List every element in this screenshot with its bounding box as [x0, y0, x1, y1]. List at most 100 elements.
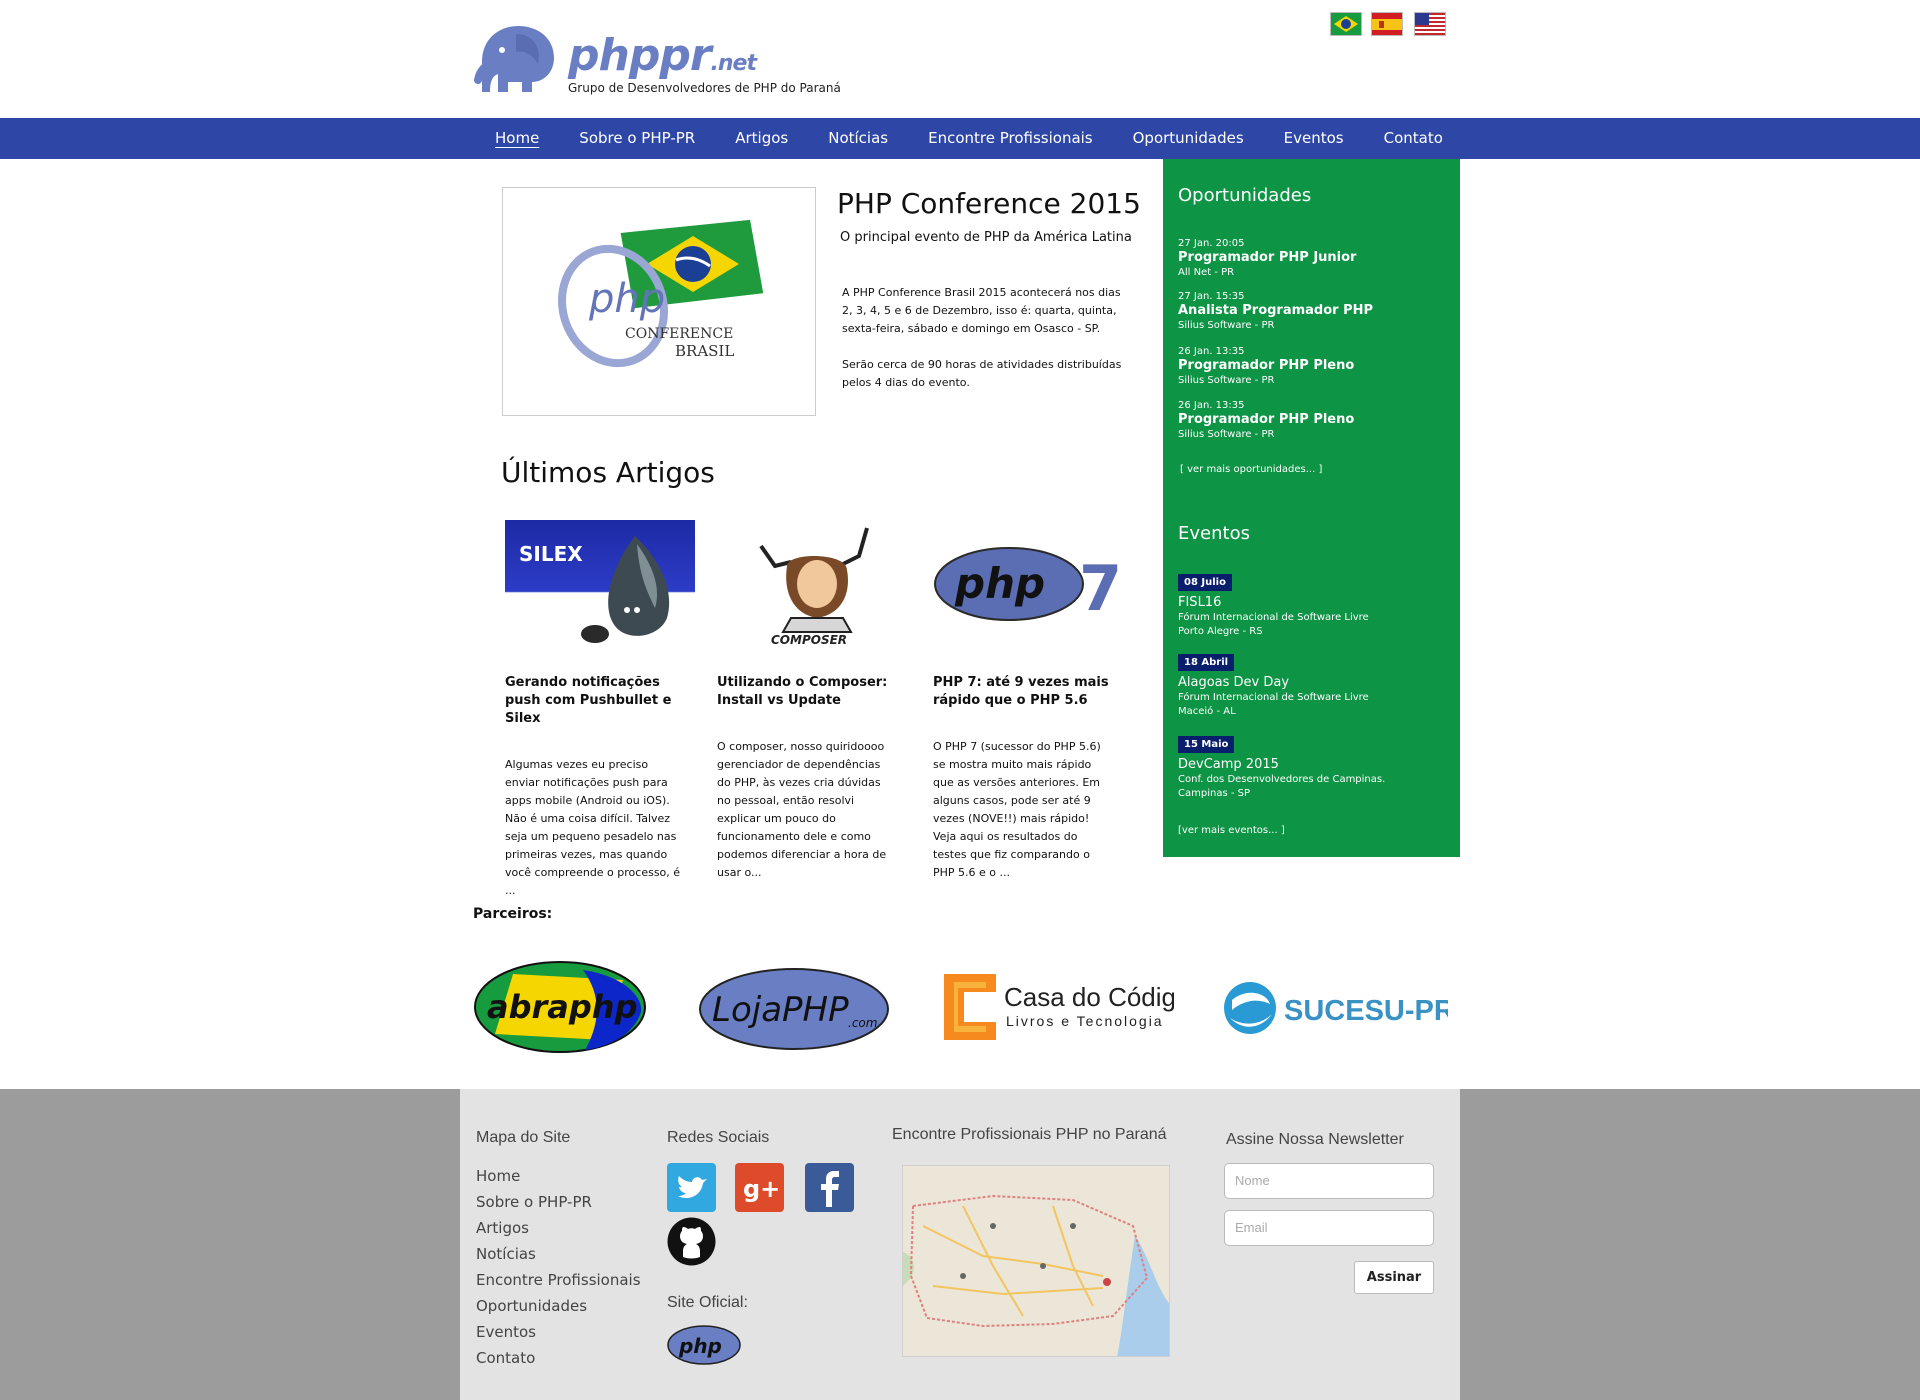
- svg-text:php: php: [588, 276, 665, 322]
- event-title[interactable]: FISL16: [1178, 595, 1448, 611]
- google-plus-icon[interactable]: g+: [735, 1163, 784, 1212]
- article-thumbnail[interactable]: COMPOSER: [717, 520, 907, 650]
- nav-item-encontre-profissionais[interactable]: Encontre Profissionais: [928, 118, 1093, 159]
- partner-abraphp-logo[interactable]: abraphp: [473, 960, 647, 1058]
- article-title[interactable]: Gerando notificações push com Pushbullet…: [505, 674, 685, 728]
- newsletter-name-input[interactable]: Nome: [1224, 1163, 1434, 1199]
- svg-text:7: 7: [1079, 552, 1122, 625]
- partners-heading: Parceiros:: [473, 906, 553, 922]
- svg-text:abraphp: abraphp: [487, 988, 637, 1026]
- event-item[interactable]: 08 Julio FISL16 Fórum Internacional de S…: [1178, 570, 1448, 639]
- event-location: Maceió - AL: [1178, 706, 1236, 717]
- php-conference-logo: php CONFERENCE BRASIL: [557, 219, 764, 368]
- opportunity-company: Silius Software - PR: [1178, 320, 1275, 331]
- sitemap-link-eventos[interactable]: Eventos: [476, 1319, 641, 1345]
- partner-lojaphp-logo[interactable]: LojaPHP .com: [698, 967, 890, 1055]
- sitemap-link-home[interactable]: Home: [476, 1163, 641, 1189]
- more-opportunities-link[interactable]: [ ver mais oportunidades... ]: [1180, 464, 1322, 475]
- featured-paragraph: Serão cerca de 90 horas de atividades di…: [842, 358, 1122, 389]
- event-description: Fórum Internacional de Software Livre: [1178, 612, 1369, 623]
- opportunity-title[interactable]: Programador PHP Pleno: [1178, 358, 1448, 374]
- parana-map[interactable]: [902, 1165, 1170, 1357]
- sitemap-link-oportunidades[interactable]: Oportunidades: [476, 1293, 641, 1319]
- opportunity-item[interactable]: 26 Jan. 13:35 Programador PHP Pleno Sili…: [1178, 400, 1448, 441]
- brazil-flag[interactable]: [1330, 12, 1362, 36]
- opportunity-company: Silius Software - PR: [1178, 375, 1275, 386]
- opportunity-title[interactable]: Programador PHP Pleno: [1178, 412, 1448, 428]
- article-card: COMPOSER Utilizando o Composer: Install …: [717, 520, 912, 882]
- nav-item-oportunidades[interactable]: Oportunidades: [1133, 118, 1244, 159]
- featured-image[interactable]: php CONFERENCE BRASIL: [502, 187, 816, 416]
- article-title[interactable]: PHP 7: até 9 vezes mais rápido que o PHP…: [933, 674, 1113, 710]
- silex-label: SILEX: [519, 542, 583, 566]
- opportunity-item[interactable]: 27 Jan. 20:05 Programador PHP Junior All…: [1178, 238, 1448, 279]
- article-excerpt: O PHP 7 (sucessor do PHP 5.6) se mostra …: [933, 740, 1101, 879]
- event-description: Fórum Internacional de Software Livre: [1178, 692, 1369, 703]
- subscribe-button[interactable]: Assinar: [1354, 1261, 1434, 1294]
- event-location: Campinas - SP: [1178, 788, 1250, 799]
- newsletter-heading: Assine Nossa Newsletter: [1226, 1131, 1404, 1148]
- svg-text:SUCESU-PR: SUCESU-PR: [1284, 995, 1448, 1027]
- map-graphic: [903, 1166, 1169, 1356]
- elephant-icon: [474, 26, 554, 92]
- newsletter-email-input[interactable]: Email: [1224, 1210, 1434, 1246]
- nav-item-contato[interactable]: Contato: [1384, 118, 1443, 159]
- opportunity-item[interactable]: 26 Jan. 13:35 Programador PHP Pleno Sili…: [1178, 346, 1448, 387]
- featured-title[interactable]: PHP Conference 2015: [837, 187, 1141, 220]
- featured-body: A PHP Conference Brasil 2015 acontecerá …: [842, 284, 1132, 410]
- site-logo[interactable]: phppr.net Grupo de Desenvolvedores de PH…: [472, 24, 852, 100]
- facebook-icon[interactable]: [805, 1163, 854, 1212]
- opportunity-item[interactable]: 27 Jan. 15:35 Analista Programador PHP S…: [1178, 291, 1448, 332]
- official-site-heading: Site Oficial:: [667, 1294, 748, 1311]
- svg-text:Livros e Tecnologia: Livros e Tecnologia: [1006, 1013, 1164, 1029]
- featured-paragraph: A PHP Conference Brasil 2015 acontecerá …: [842, 286, 1121, 335]
- article-thumbnail[interactable]: php 7: [933, 520, 1123, 650]
- svg-text:LojaPHP: LojaPHP: [712, 990, 849, 1030]
- opportunity-title[interactable]: Programador PHP Junior: [1178, 250, 1448, 266]
- more-events-link[interactable]: [ver mais eventos... ]: [1178, 825, 1285, 836]
- article-card: php 7 PHP 7: até 9 vezes mais rápido que…: [933, 520, 1128, 882]
- event-item[interactable]: 15 Maio DevCamp 2015 Conf. dos Desenvolv…: [1178, 732, 1448, 801]
- abraphp-logo: abraphp: [474, 961, 646, 1053]
- nav-item-sobre[interactable]: Sobre o PHP-PR: [579, 118, 695, 159]
- svg-text:php: php: [678, 1334, 722, 1358]
- article-thumbnail[interactable]: SILEX: [505, 520, 695, 650]
- event-item[interactable]: 18 Abril Alagoas Dev Day Fórum Internaci…: [1178, 650, 1448, 719]
- event-location: Porto Alegre - RS: [1178, 626, 1263, 637]
- sitemap-link-artigos[interactable]: Artigos: [476, 1215, 641, 1241]
- nav-item-eventos[interactable]: Eventos: [1284, 118, 1344, 159]
- sitemap-link-contato[interactable]: Contato: [476, 1345, 641, 1371]
- event-title[interactable]: DevCamp 2015: [1178, 757, 1448, 773]
- usa-flag[interactable]: [1414, 12, 1446, 36]
- svg-text:.com: .com: [848, 1016, 877, 1030]
- opportunities-heading: Oportunidades: [1178, 185, 1312, 206]
- nav-item-artigos[interactable]: Artigos: [735, 118, 788, 159]
- partner-casa-do-codigo-logo[interactable]: Casa do Código Livros e Tecnologia: [944, 974, 1190, 1046]
- php7-logo: php 7: [934, 547, 1122, 625]
- twitter-icon[interactable]: [667, 1163, 716, 1212]
- map-heading: Encontre Profissionais PHP no Paraná: [892, 1126, 1167, 1143]
- nav-item-home[interactable]: Home: [495, 118, 539, 159]
- spain-flag[interactable]: [1371, 12, 1403, 36]
- article-title[interactable]: Utilizando o Composer: Install vs Update: [717, 674, 897, 710]
- php-official-logo[interactable]: php: [667, 1325, 741, 1369]
- sitemap-link-encontre-profissionais[interactable]: Encontre Profissionais: [476, 1267, 641, 1293]
- nav-item-noticias[interactable]: Notícias: [828, 118, 888, 159]
- articles-heading: Últimos Artigos: [501, 456, 715, 489]
- event-date-badge: 18 Abril: [1178, 654, 1235, 671]
- svg-text:BRASIL: BRASIL: [675, 342, 734, 360]
- partner-sucesu-pr-logo[interactable]: SUCESU-PR: [1222, 980, 1455, 1040]
- article-excerpt: Algumas vezes eu preciso enviar notifica…: [505, 758, 681, 897]
- opportunity-date: 27 Jan. 20:05: [1178, 238, 1245, 249]
- sitemap-link-noticias[interactable]: Notícias: [476, 1241, 641, 1267]
- github-icon[interactable]: [667, 1217, 716, 1266]
- svg-text:COMPOSER: COMPOSER: [771, 633, 847, 647]
- opportunity-company: Silius Software - PR: [1178, 429, 1275, 440]
- sitemap-link-sobre[interactable]: Sobre o PHP-PR: [476, 1189, 641, 1215]
- event-title[interactable]: Alagoas Dev Day: [1178, 675, 1448, 691]
- event-date-badge: 15 Maio: [1178, 736, 1235, 753]
- main-nav: Home Sobre o PHP-PR Artigos Notícias Enc…: [0, 118, 1920, 159]
- svg-text:CONFERENCE: CONFERENCE: [625, 326, 733, 342]
- nav-items: Home Sobre o PHP-PR Artigos Notícias Enc…: [475, 118, 1463, 159]
- opportunity-title[interactable]: Analista Programador PHP: [1178, 303, 1448, 319]
